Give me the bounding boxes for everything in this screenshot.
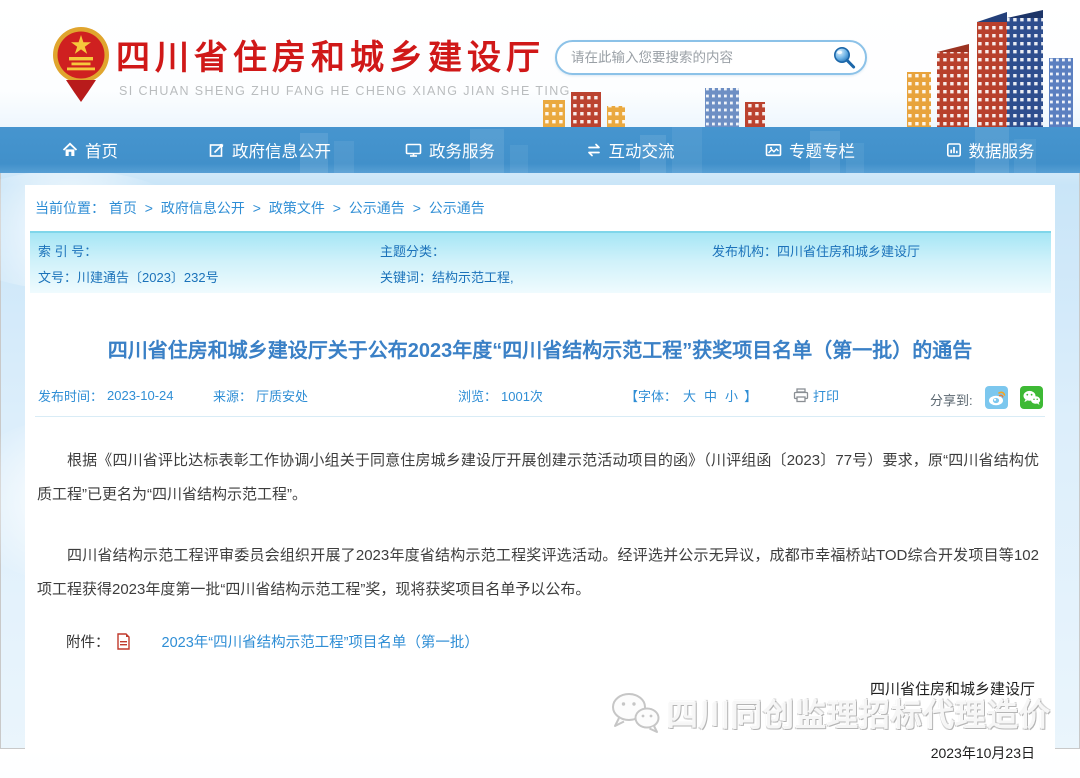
nav-item-gov-service[interactable]: 政务服务 (360, 127, 540, 173)
article-footer: 四川省住房和城乡建设厅 四川同创监理招标代理造价 2023年10月23日 (25, 678, 1055, 778)
publish-time: 发布时间：2023-10-24 (38, 386, 174, 405)
search-button[interactable] (829, 43, 859, 73)
breadcrumb: 当前位置： 首页 > 政府信息公开 > 政策文件 > 公示通告 > 公示通告 (25, 185, 1055, 227)
issuing-agency: 四川省住房和城乡建设厅 (25, 678, 1055, 699)
search-icon (831, 45, 857, 71)
meta-publisher: 发布机构：四川省住房和城乡建设厅 (712, 241, 1043, 260)
font-size-large[interactable]: 大 (683, 386, 696, 405)
share-wechat-button[interactable] (1020, 386, 1043, 412)
site-title: 四川省住房和城乡建设厅 (116, 30, 545, 79)
nav-item-interaction[interactable]: 互动交流 (540, 127, 720, 173)
breadcrumb-link-notices[interactable]: 公示通告 (349, 200, 405, 216)
breadcrumb-label: 当前位置： (35, 200, 105, 216)
view-count: 浏览：1001次 (458, 386, 543, 405)
breadcrumb-link-info-disclosure[interactable]: 政府信息公开 (161, 200, 245, 216)
site-header: 四川省住房和城乡建设厅 SI CHUAN SHENG ZHU FANG HE C… (0, 0, 1080, 127)
wechat-icon (1020, 386, 1043, 409)
breadcrumb-link-policy-files[interactable]: 政策文件 (269, 200, 325, 216)
paragraph-1: 根据《四川省评比达标表彰工作协调小组关于同意住房城乡建设厅开展创建示范活动项目的… (37, 444, 1039, 512)
nav-item-label: 首页 (85, 138, 118, 162)
attachment-label: 附件： (37, 631, 110, 652)
nav-item-label: 政务服务 (429, 138, 495, 162)
article-body: 根据《四川省评比达标表彰工作协调小组关于同意住房城乡建设厅开展创建示范活动项目的… (25, 444, 1055, 607)
weibo-icon (985, 386, 1008, 409)
printer-icon (793, 388, 809, 403)
meta-keywords: 关键词：结构示范工程, (380, 267, 712, 286)
buildings-illustration-large (893, 8, 1078, 127)
font-size-widget: 【字体： 大 中 小 】 (625, 386, 757, 405)
content-card: 当前位置： 首页 > 政府信息公开 > 政策文件 > 公示通告 > 公示通告 索… (25, 185, 1055, 749)
font-size-small[interactable]: 小 (725, 386, 738, 405)
attachment-link[interactable]: 2023年“四川省结构示范工程”项目名单（第一批） (110, 631, 479, 652)
attachment-row: 附件： 2023年“四川省结构示范工程”项目名单（第一批） (25, 631, 1055, 652)
nav-item-label: 数据服务 (969, 138, 1035, 162)
font-size-medium[interactable]: 中 (704, 386, 717, 405)
article-meta-row: 发布时间：2023-10-24 来源：厅质安处 浏览：1001次 【字体： 大 … (25, 386, 1055, 406)
interaction-icon (586, 142, 602, 158)
info-disclosure-icon (209, 142, 225, 158)
breadcrumb-separator: > (253, 200, 261, 216)
share-weibo-button[interactable] (985, 386, 1008, 412)
gov-service-icon (405, 142, 422, 158)
search-box (555, 40, 867, 75)
meta-doc-number: 文号：川建通告〔2023〕232号 (38, 267, 380, 286)
article-title: 四川省住房和城乡建设厅关于公布2023年度“四川省结构示范工程”获奖项目名单（第… (25, 334, 1055, 363)
breadcrumb-separator: > (145, 200, 153, 216)
meta-divider (35, 416, 1045, 417)
nav-item-label: 互动交流 (609, 138, 675, 162)
article-source: 来源：厅质安处 (213, 386, 308, 405)
share-label: 分享到: (930, 390, 973, 409)
nav-item-home[interactable]: 首页 (0, 127, 180, 173)
nav-item-topics[interactable]: 专题专栏 (720, 127, 900, 173)
nav-item-label: 政府信息公开 (232, 138, 331, 162)
breadcrumb-separator: > (413, 200, 421, 216)
nav-item-label: 专题专栏 (789, 138, 855, 162)
breadcrumb-link-notices-2[interactable]: 公示通告 (429, 200, 485, 216)
home-icon (62, 142, 78, 158)
meta-topic-category: 主题分类： (380, 241, 712, 260)
breadcrumb-link-home[interactable]: 首页 (109, 200, 137, 216)
paragraph-2: 四川省结构示范工程评审委员会组织开展了2023年度省结构示范工程奖评选活动。经评… (37, 539, 1039, 607)
topics-icon (765, 142, 782, 158)
pdf-file-icon (116, 633, 131, 650)
nav-item-info-disclosure[interactable]: 政府信息公开 (180, 127, 360, 173)
document-meta-box: 索 引 号： 主题分类： 发布机构：四川省住房和城乡建设厅 文号：川建通告〔20… (30, 231, 1051, 293)
data-service-icon (946, 142, 962, 158)
buildings-illustration-small (537, 86, 787, 127)
search-input[interactable] (571, 50, 829, 65)
national-emblem-logo (52, 22, 110, 104)
breadcrumb-separator: > (333, 200, 341, 216)
nav-item-data-service[interactable]: 数据服务 (900, 127, 1080, 173)
main-navigation: 首页 政府信息公开 政务服务 互动交流 专题专栏 数据服务 (0, 127, 1080, 173)
site-title-pinyin: SI CHUAN SHENG ZHU FANG HE CHENG XIANG J… (119, 84, 571, 98)
share-widget: 分享到: (930, 386, 1043, 412)
print-button[interactable]: 打印 (793, 386, 839, 405)
publication-date: 2023年10月23日 (25, 743, 1055, 763)
meta-index-number: 索 引 号： (38, 241, 380, 260)
